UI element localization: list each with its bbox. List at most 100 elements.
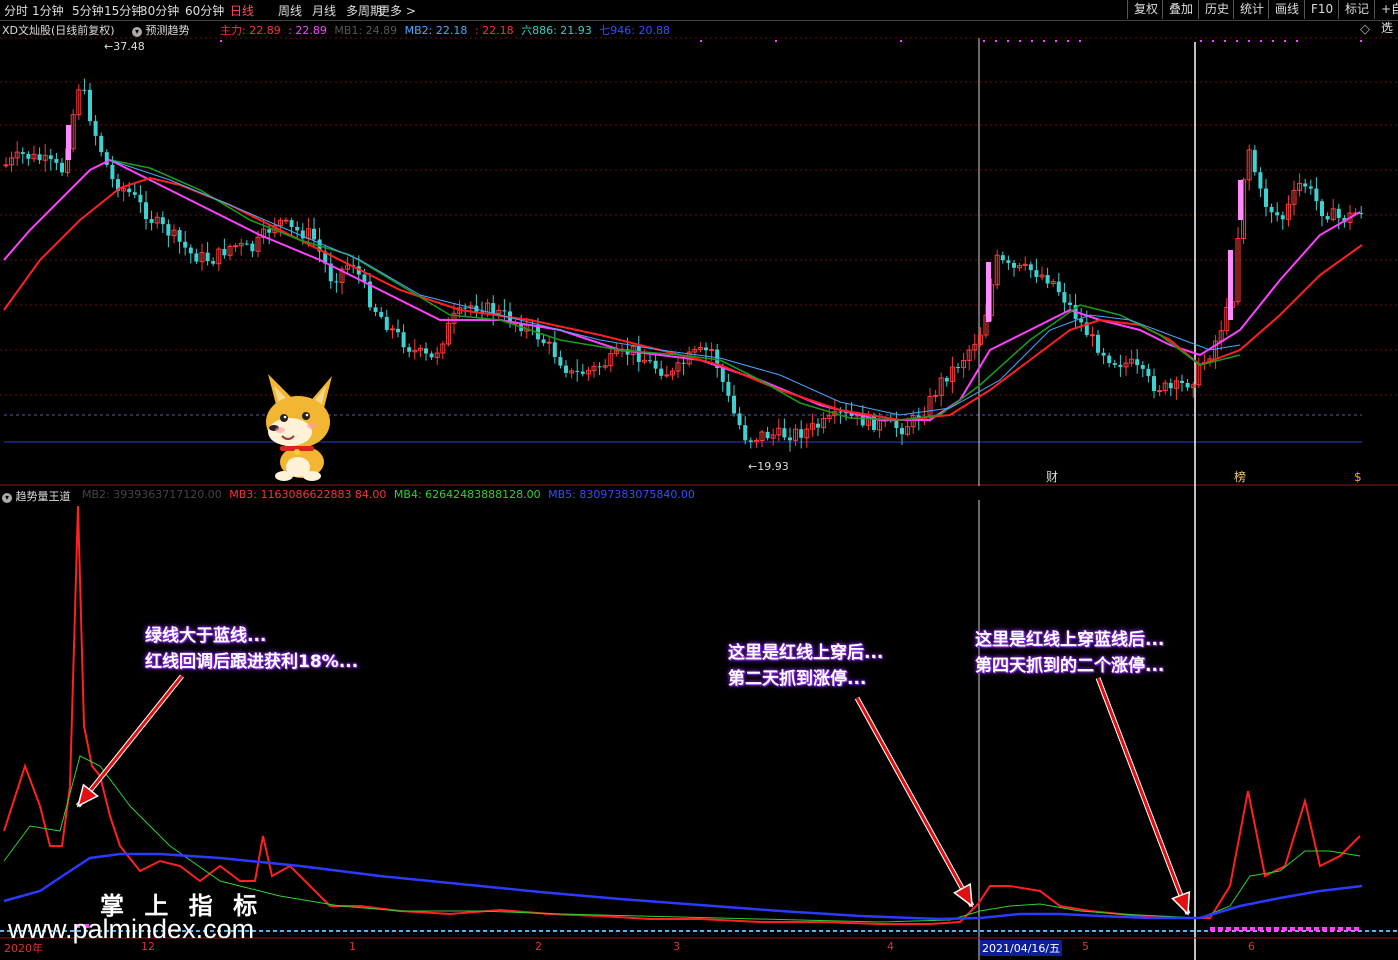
date-tick: 2 xyxy=(535,940,542,953)
volume-block xyxy=(1314,927,1319,931)
toolbar-button-5[interactable]: F10 xyxy=(1304,0,1339,19)
candle-body xyxy=(1280,215,1285,220)
candle-body xyxy=(1056,281,1061,293)
candle-body xyxy=(720,368,725,382)
candle-body xyxy=(384,316,389,330)
candle-body xyxy=(26,153,31,159)
candle-body xyxy=(1089,334,1095,337)
signal-dot xyxy=(983,40,985,42)
candle-body xyxy=(816,423,820,428)
tab-3[interactable]: 15分钟 xyxy=(104,2,143,19)
candle-body xyxy=(564,365,568,373)
volume-block xyxy=(1346,927,1351,931)
volume-block xyxy=(1330,927,1335,931)
candle-body xyxy=(1320,201,1324,217)
signal-dot xyxy=(1360,40,1362,42)
volume-block xyxy=(1354,927,1359,931)
candle-body xyxy=(3,164,9,167)
candle-body xyxy=(1062,292,1067,303)
limit-up-bar xyxy=(1228,250,1233,320)
signal-dot xyxy=(1248,40,1250,42)
tab-4[interactable]: 30分钟 xyxy=(140,2,179,19)
signal-dot xyxy=(775,40,777,42)
toolbar-button-3[interactable]: 统计 xyxy=(1233,0,1270,19)
callout-line: 第四天抓到的二个涨停... xyxy=(975,656,1165,676)
tab-1[interactable]: 1分钟 xyxy=(32,2,64,19)
candle-body xyxy=(132,192,137,195)
candle-body xyxy=(659,368,664,376)
candle-body xyxy=(1006,260,1011,263)
signal-dot xyxy=(1236,40,1238,42)
callout-red-cross: 这里是红线上穿后... 第二天抓到涨停... xyxy=(728,640,883,692)
tab-0[interactable]: 分时 xyxy=(4,2,28,19)
volume-block xyxy=(1250,927,1255,931)
toolbar-button-0[interactable]: 复权 xyxy=(1127,0,1164,19)
candle-body xyxy=(726,381,731,396)
callout-line: 这里是红线上穿后... xyxy=(728,643,884,663)
candle-body xyxy=(1012,262,1016,268)
watermark-url: www.palmindex.com xyxy=(8,914,255,944)
tab-10[interactable]: 更多 > xyxy=(378,2,416,19)
candle-body xyxy=(160,217,165,225)
candle-body xyxy=(782,428,787,438)
candle-body xyxy=(205,252,210,262)
toolbar-button-4[interactable]: 画线 xyxy=(1268,0,1305,19)
candle-body xyxy=(166,224,171,236)
toolbar-button-1[interactable]: 叠加 xyxy=(1162,0,1199,19)
candle-body xyxy=(1185,382,1190,388)
candle-body xyxy=(1308,186,1313,189)
date-tick: 3 xyxy=(673,940,680,953)
candle-body xyxy=(149,219,154,223)
volume-block xyxy=(1258,927,1263,931)
candle-body xyxy=(502,310,507,312)
arrow-shaft xyxy=(1096,677,1190,915)
arrow-shaft xyxy=(76,675,184,807)
date-tick: 1 xyxy=(349,940,356,953)
candle-body xyxy=(295,226,300,231)
tab-5[interactable]: 60分钟 xyxy=(185,2,224,19)
toolbar-button-6[interactable]: 标记 xyxy=(1338,0,1375,19)
candle-body xyxy=(541,339,546,344)
candle-body xyxy=(636,346,641,363)
candle-body xyxy=(144,202,148,220)
candle-body xyxy=(1028,264,1033,271)
volume-block xyxy=(1306,927,1311,931)
price-chart[interactable]: ←37.48 ←19.93 财 榜 $ xyxy=(0,20,1398,486)
candle-body xyxy=(211,261,216,264)
candle-body xyxy=(20,152,25,154)
signal-dot xyxy=(1007,40,1009,42)
period-toolbar: 分时 1分钟 5分钟 15分钟 30分钟 60分钟 日线 周线 月线 多周期 更多 > 复权 叠加 历史… xyxy=(0,0,1398,35)
signal-dot xyxy=(1200,40,1202,42)
arrow-head xyxy=(953,882,973,908)
candle-body xyxy=(334,281,339,283)
candle-body xyxy=(188,247,193,254)
tab-6[interactable]: 日线 xyxy=(230,2,254,19)
tab-2[interactable]: 5分钟 xyxy=(72,2,104,19)
candle-body xyxy=(597,366,602,368)
candle-body xyxy=(491,303,496,314)
candle-body xyxy=(1258,172,1263,189)
toolbar-button-2[interactable]: 历史 xyxy=(1198,0,1235,19)
candle-body xyxy=(401,332,406,348)
arrow-head xyxy=(1171,890,1191,916)
volume-block xyxy=(1234,927,1239,931)
tab-9[interactable]: 多周期 xyxy=(346,2,382,19)
candle-body xyxy=(1303,183,1308,187)
signal-dot xyxy=(1212,40,1214,42)
candle-body xyxy=(1101,352,1106,356)
candle-body xyxy=(194,253,199,262)
indicator-red-line xyxy=(3,505,1361,925)
candle-body xyxy=(575,370,580,372)
tab-8[interactable]: 月线 xyxy=(312,2,336,19)
candle-body xyxy=(788,437,792,441)
limit-up-bar xyxy=(986,262,991,322)
candle-body xyxy=(956,367,960,369)
candle-body xyxy=(1140,365,1145,369)
candle-body xyxy=(1180,380,1184,383)
signal-dot xyxy=(1019,40,1021,42)
dog-mascot xyxy=(266,374,332,481)
tab-7[interactable]: 周线 xyxy=(278,2,302,19)
candle-body xyxy=(93,121,98,136)
toolbar-button-7[interactable]: +自选 xyxy=(1374,0,1398,35)
candle-body xyxy=(580,371,585,374)
